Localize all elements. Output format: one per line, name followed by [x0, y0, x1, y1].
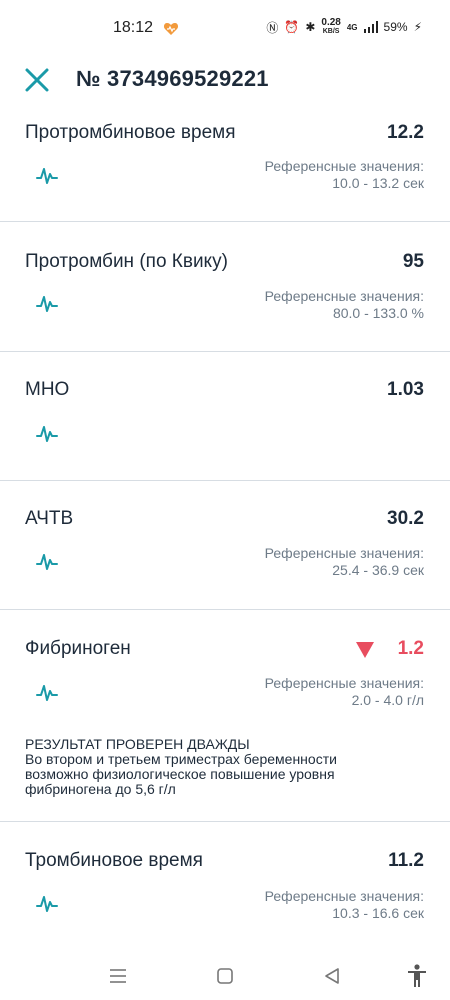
result-card-prothrombin-time[interactable]: Протромбиновое время 12.2 Референсные зн…: [0, 110, 450, 222]
status-bar: 18:12 Ⓝ ⏰ ✱ 0.28 KB/S 4G 59% ⚡: [0, 0, 450, 56]
note-line: Во втором и третьем триместрах беременно…: [25, 751, 337, 767]
low-value-arrow-icon: [356, 642, 374, 658]
reference-range: 10.3 - 16.6 сек: [332, 905, 424, 921]
test-name: Тромбиновое время: [25, 850, 203, 871]
heart-app-icon: [163, 23, 179, 35]
test-value: 30.2: [387, 508, 424, 529]
test-name: Протромбиновое время: [25, 122, 236, 143]
reference-values: Референсные значения: 10.0 - 13.2 сек: [265, 158, 424, 192]
result-note: РЕЗУЛЬТАТ ПРОВЕРЕН ДВАЖДЫ Во втором и тр…: [25, 737, 425, 797]
close-icon[interactable]: [24, 67, 50, 93]
back-triangle-icon[interactable]: [318, 962, 346, 990]
speed-unit: KB/S: [322, 28, 340, 35]
pulse-chart-icon[interactable]: [36, 552, 58, 572]
test-name: Протромбин (по Квику): [25, 251, 228, 272]
reference-values: Референсные значения: 80.0 - 133.0 %: [265, 288, 424, 322]
note-line: фибриногена до 5,6 г/л: [25, 781, 176, 797]
test-value: 12.2: [387, 122, 424, 143]
page-title: № 3734969529221: [76, 66, 269, 91]
test-name: АЧТВ: [25, 508, 74, 529]
charging-icon: ⚡: [413, 20, 422, 34]
pulse-chart-icon[interactable]: [36, 894, 58, 914]
result-card-inr[interactable]: МНО 1.03: [0, 352, 450, 481]
network-type: 4G: [346, 22, 358, 32]
test-value: 95: [402, 251, 424, 272]
battery-percent: 59%: [383, 20, 408, 34]
bluetooth-icon: ✱: [305, 20, 316, 34]
reference-label: Референсные значения:: [264, 888, 424, 904]
results-list: Протромбиновое время 12.2 Референсные зн…: [0, 110, 450, 940]
header: № 3734969529221: [0, 58, 450, 102]
reference-label: Референсные значения:: [264, 675, 424, 691]
network-speed: 0.28 KB/S: [321, 18, 340, 36]
pulse-chart-icon[interactable]: [36, 424, 58, 444]
home-square-icon[interactable]: [211, 962, 239, 990]
pulse-chart-icon[interactable]: [36, 683, 58, 703]
result-card-thrombin-time[interactable]: Тромбиновое время 11.2 Референсные значе…: [0, 822, 450, 940]
note-line: РЕЗУЛЬТАТ ПРОВЕРЕН ДВАЖДЫ: [25, 736, 250, 752]
reference-range: 80.0 - 133.0 %: [332, 305, 424, 321]
status-time: 18:12: [113, 19, 154, 36]
test-value: 11.2: [388, 850, 424, 871]
alarm-icon: ⏰: [284, 20, 300, 34]
signal-icon: [363, 21, 378, 33]
reference-range: 25.4 - 36.9 сек: [332, 562, 424, 578]
reference-range: 10.0 - 13.2 сек: [332, 175, 424, 191]
result-card-aptt[interactable]: АЧТВ 30.2 Референсные значения: 25.4 - 3…: [0, 481, 450, 610]
nfc-icon: Ⓝ: [266, 20, 279, 35]
result-card-quick-prothrombin[interactable]: Протромбин (по Квику) 95 Референсные зна…: [0, 222, 450, 352]
reference-label: Референсные значения:: [264, 545, 424, 561]
reference-range: 2.0 - 4.0 г/л: [351, 692, 424, 708]
reference-values: Референсные значения: 10.3 - 16.6 сек: [265, 888, 424, 922]
pulse-chart-icon[interactable]: [36, 166, 58, 186]
reference-label: Референсные значения:: [264, 288, 424, 304]
reference-label: Референсные значения:: [264, 158, 424, 174]
test-value: 1.03: [387, 379, 424, 400]
speed-value: 0.28: [321, 17, 341, 28]
pulse-chart-icon[interactable]: [36, 294, 58, 314]
test-name: МНО: [25, 379, 70, 400]
result-card-fibrinogen[interactable]: Фибриноген 1.2 Референсные значения: 2.0…: [0, 610, 450, 822]
menu-icon[interactable]: [104, 962, 132, 990]
test-name: Фибриноген: [25, 638, 131, 659]
accessibility-icon[interactable]: [403, 962, 431, 990]
reference-values: Референсные значения: 25.4 - 36.9 сек: [265, 545, 424, 579]
status-icons: Ⓝ ⏰ ✱ 0.28 KB/S 4G 59% ⚡: [266, 18, 422, 36]
reference-values: Референсные значения: 2.0 - 4.0 г/л: [265, 675, 424, 709]
system-nav-bar: [0, 956, 450, 1000]
note-line: возможно физиологическое повышение уровн…: [25, 766, 335, 782]
test-value: 1.2: [397, 638, 424, 659]
